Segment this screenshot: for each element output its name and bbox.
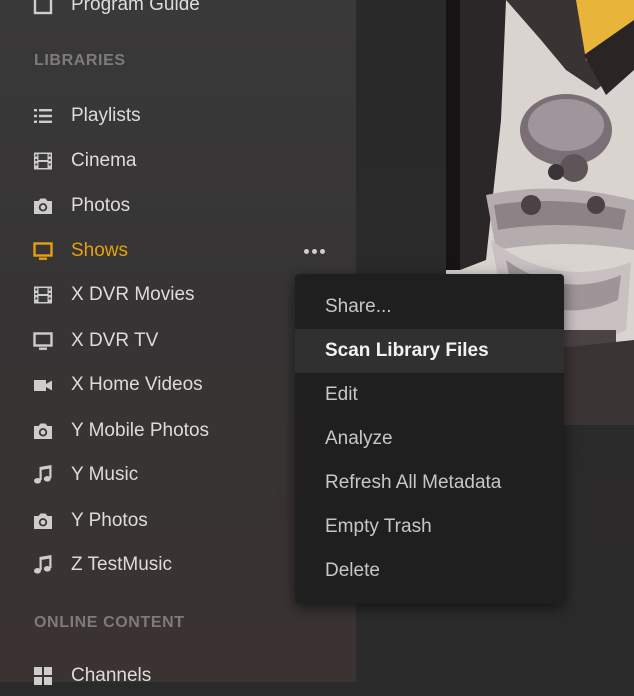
sidebar-item-playlists[interactable]: Playlists bbox=[0, 96, 356, 136]
menu-item-empty-trash[interactable]: Empty Trash bbox=[295, 505, 564, 549]
sidebar-item-label: Program Guide bbox=[71, 0, 200, 15]
menu-item-label: Share... bbox=[325, 296, 392, 317]
more-options-button[interactable] bbox=[298, 241, 330, 261]
list-icon bbox=[32, 105, 54, 127]
sidebar-item-label: Shows bbox=[71, 240, 129, 261]
sidebar-item-label: Y Photos bbox=[71, 510, 148, 531]
sidebar-item-label: Cinema bbox=[71, 150, 137, 171]
sidebar-item-label: Playlists bbox=[71, 105, 141, 126]
menu-item-edit[interactable]: Edit bbox=[295, 373, 564, 417]
menu-item-label: Empty Trash bbox=[325, 516, 432, 537]
menu-item-scan-library-files[interactable]: Scan Library Files bbox=[295, 329, 564, 373]
sidebar-item-label: X DVR Movies bbox=[71, 284, 195, 305]
camera-icon bbox=[32, 420, 54, 442]
sidebar-item-program-guide[interactable]: Program Guide bbox=[0, 0, 356, 25]
sidebar-item-label: Photos bbox=[71, 195, 131, 216]
grid-icon bbox=[32, 665, 54, 687]
menu-item-label: Analyze bbox=[325, 428, 393, 449]
menu-item-label: Refresh All Metadata bbox=[325, 472, 502, 493]
music-note-icon bbox=[32, 464, 54, 486]
sidebar-item-channels[interactable]: Channels bbox=[0, 656, 356, 696]
menu-item-label: Delete bbox=[325, 560, 380, 581]
menu-item-delete[interactable]: Delete bbox=[295, 549, 564, 593]
menu-item-refresh-all-metadata[interactable]: Refresh All Metadata bbox=[295, 461, 564, 505]
sidebar-item-photos[interactable]: Photos bbox=[0, 186, 356, 226]
sidebar-item-label: Y Mobile Photos bbox=[71, 420, 210, 441]
program-guide-icon bbox=[32, 0, 54, 16]
menu-item-share[interactable]: Share... bbox=[295, 285, 564, 329]
sidebar-item-shows[interactable]: Shows bbox=[0, 231, 356, 271]
libraries-section-header: LIBRARIES bbox=[34, 52, 126, 69]
camera-icon bbox=[32, 510, 54, 532]
sidebar-item-label: Y Music bbox=[71, 464, 139, 485]
library-context-menu: Share... Scan Library Files Edit Analyze… bbox=[295, 274, 564, 604]
film-icon bbox=[32, 284, 54, 306]
menu-item-label: Edit bbox=[325, 384, 358, 405]
music-note-icon bbox=[32, 554, 54, 576]
sidebar-item-label: X DVR TV bbox=[71, 330, 159, 351]
tv-icon bbox=[32, 240, 54, 262]
film-icon bbox=[32, 150, 54, 172]
online-content-section-header: ONLINE CONTENT bbox=[34, 614, 185, 631]
menu-item-label: Scan Library Files bbox=[325, 340, 489, 361]
sidebar-item-label: X Home Videos bbox=[71, 374, 203, 395]
sidebar-item-label: Z TestMusic bbox=[71, 554, 173, 575]
sidebar-item-label: Channels bbox=[71, 665, 152, 686]
video-camera-icon bbox=[32, 374, 54, 396]
menu-item-analyze[interactable]: Analyze bbox=[295, 417, 564, 461]
tv-icon bbox=[32, 330, 54, 352]
sidebar-item-cinema[interactable]: Cinema bbox=[0, 141, 356, 181]
camera-icon bbox=[32, 195, 54, 217]
